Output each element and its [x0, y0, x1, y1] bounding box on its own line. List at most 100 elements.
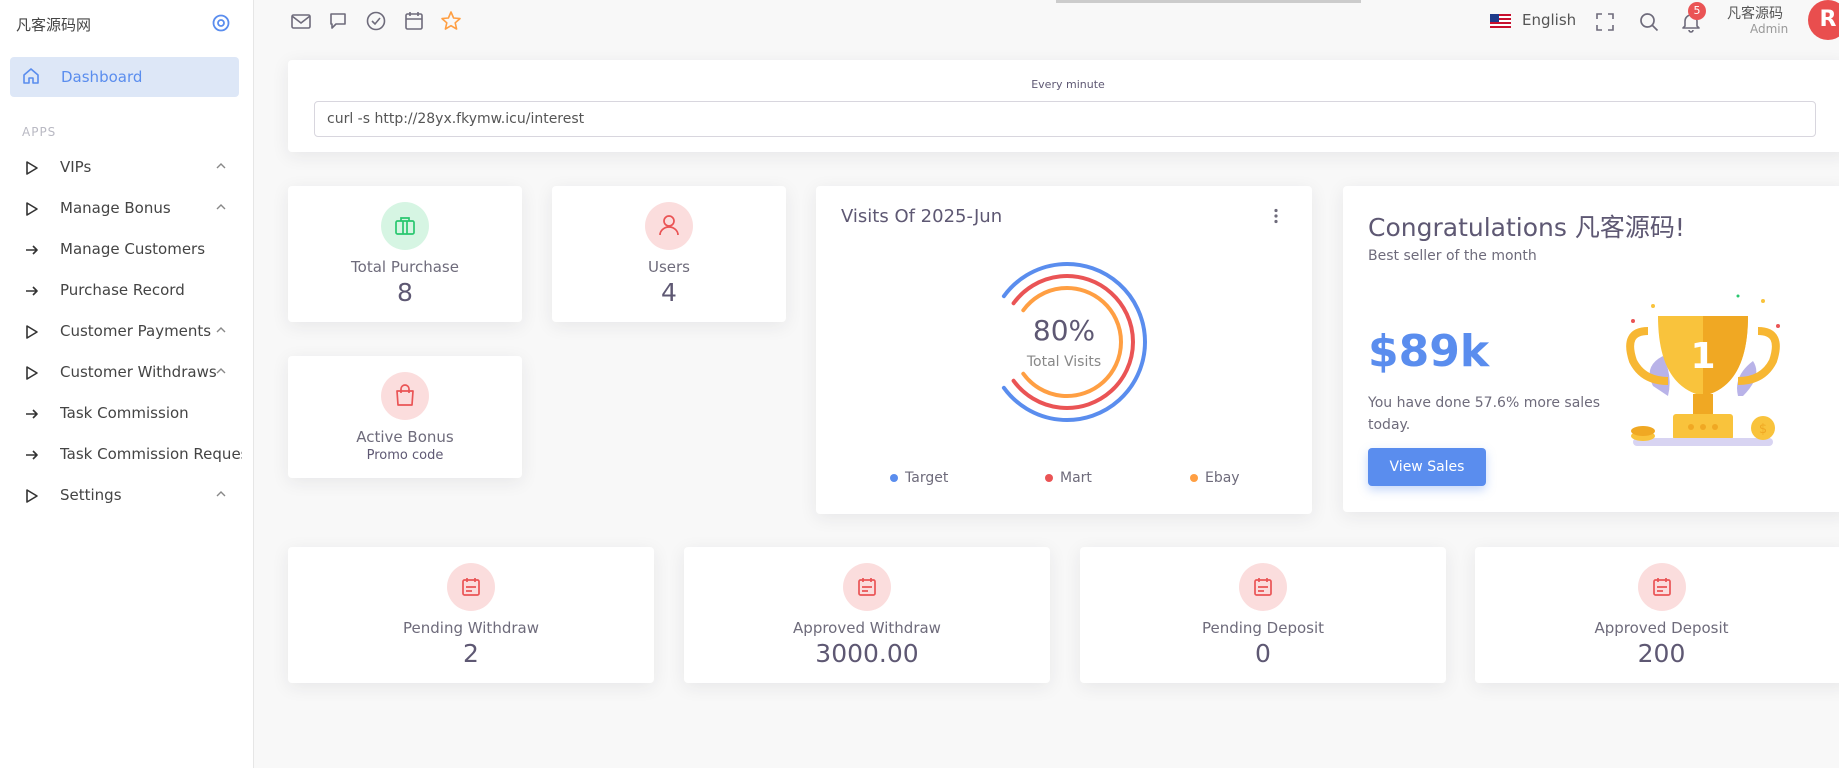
stat-value: 0: [1255, 639, 1271, 668]
stat-value: 3000.00: [815, 639, 919, 668]
congrats-card: Congratulations 凡客源码! Best seller of the…: [1343, 186, 1839, 512]
promo-code-link[interactable]: Promo code: [288, 448, 522, 463]
sidebar-item-label: Manage Customers: [60, 240, 206, 258]
calendar-note-icon: [1239, 563, 1287, 611]
search-icon[interactable]: [1638, 11, 1660, 33]
sidebar-item-label: Dashboard: [61, 68, 143, 86]
sidebar-item-purchase-record[interactable]: Purchase Record: [0, 276, 254, 306]
sidebar-item-dashboard[interactable]: Dashboard: [10, 57, 239, 97]
briefcase-icon: [381, 202, 429, 250]
view-sales-button[interactable]: View Sales: [1368, 448, 1486, 486]
stat-label: Total Purchase: [351, 258, 459, 276]
sidebar-item-task-commission[interactable]: Task Commission: [0, 399, 254, 429]
sales-amount: $89k: [1368, 326, 1490, 377]
stat-label: Users: [647, 258, 690, 276]
stat-label: Pending Withdraw: [403, 619, 539, 637]
shopping-bag-icon: [381, 372, 429, 420]
stat-card-approved-withdraw: Approved Withdraw 3000.00: [684, 547, 1050, 683]
sidebar-item-label: Purchase Record: [60, 281, 185, 299]
arrow-right-icon: [26, 245, 38, 255]
stat-card-users: Users 4: [552, 186, 786, 322]
user-role: Admin: [1750, 22, 1789, 36]
collapse-toggle-icon[interactable]: [211, 13, 231, 33]
cron-card: Every minute: [288, 60, 1839, 152]
check-circle-icon[interactable]: [365, 10, 387, 32]
svg-text:1: 1: [1690, 336, 1715, 377]
fullscreen-icon[interactable]: [1594, 11, 1616, 33]
donut-label: Total Visits: [1026, 354, 1102, 370]
visits-title: Visits Of 2025-Jun: [841, 206, 1003, 227]
notification-badge: 5: [1688, 2, 1706, 20]
sidebar-item-vips[interactable]: VIPs: [0, 153, 254, 183]
sidebar-item-label: Task Commission: [60, 404, 189, 422]
play-icon: [26, 489, 38, 503]
donut-percent: 80%: [1032, 314, 1096, 347]
calendar-note-icon: [843, 563, 891, 611]
stat-label: Approved Deposit: [1594, 619, 1729, 637]
sidebar: 凡客源码网 Dashboard APPS VIPs Manage Bonus Man…: [0, 0, 254, 768]
visits-card: Visits Of 2025-Jun 80% Total Visits Targ…: [816, 186, 1312, 514]
sales-description: You have done 57.6% more sales today.: [1368, 395, 1601, 433]
avatar[interactable]: R: [1808, 0, 1839, 40]
stat-label: Active Bonus: [356, 428, 454, 446]
sidebar-item-settings[interactable]: Settings: [0, 481, 254, 511]
legend-label: Mart: [1060, 470, 1092, 486]
calendar-note-icon: [447, 563, 495, 611]
legend-item-ebay[interactable]: Ebay: [1190, 470, 1240, 486]
sidebar-item-customer-withdraws[interactable]: Customer Withdraws: [0, 358, 254, 388]
user-name[interactable]: 凡客源码: [1727, 3, 1783, 23]
chevron-up-icon[interactable]: [215, 201, 227, 213]
play-icon: [26, 161, 38, 175]
stat-card-approved-deposit: Approved Deposit 200: [1475, 547, 1839, 683]
legend-dot: [1190, 474, 1198, 482]
user-icon: [645, 202, 693, 250]
legend-label: Ebay: [1205, 470, 1240, 486]
stat-value: 2: [463, 639, 479, 668]
sidebar-item-manage-customers[interactable]: Manage Customers: [0, 235, 254, 265]
legend-item-mart[interactable]: Mart: [1045, 470, 1092, 486]
arrow-right-icon: [26, 286, 38, 296]
mail-icon[interactable]: [290, 10, 312, 32]
home-icon: [23, 68, 39, 84]
stat-value: 4: [661, 278, 677, 307]
play-icon: [26, 202, 38, 216]
chevron-up-icon[interactable]: [215, 160, 227, 172]
section-title-apps: APPS: [22, 125, 57, 139]
legend-item-target[interactable]: Target: [890, 470, 948, 486]
trophy-illustration: 1 $: [1626, 294, 1780, 446]
language-selector[interactable]: English: [1522, 11, 1576, 29]
chevron-up-icon[interactable]: [215, 488, 227, 500]
brand-name[interactable]: 凡客源码网: [16, 14, 91, 35]
sidebar-item-customer-payments[interactable]: Customer Payments: [0, 317, 254, 347]
stat-card-total-purchase: Total Purchase 8: [288, 186, 522, 322]
stat-card-pending-withdraw: Pending Withdraw 2: [288, 547, 654, 683]
congrats-subtitle: Best seller of the month: [1368, 248, 1537, 264]
calendar-note-icon: [1637, 563, 1686, 611]
chevron-up-icon[interactable]: [215, 365, 227, 377]
play-icon: [26, 325, 38, 339]
cron-command-input[interactable]: [314, 101, 1816, 137]
stat-label: Pending Deposit: [1201, 619, 1325, 637]
stat-card-pending-deposit: Pending Deposit 0: [1080, 547, 1446, 683]
sidebar-item-manage-bonus[interactable]: Manage Bonus: [0, 194, 254, 224]
legend-label: Target: [905, 470, 949, 486]
arrow-right-icon: [26, 409, 38, 419]
play-icon: [26, 366, 38, 380]
more-vertical-icon[interactable]: [1273, 208, 1279, 224]
stat-value: 8: [397, 278, 413, 307]
congrats-title: Congratulations 凡客源码!: [1368, 213, 1685, 242]
calendar-icon[interactable]: [403, 10, 425, 32]
stat-value: 200: [1637, 639, 1686, 668]
star-icon[interactable]: [440, 10, 462, 32]
arrow-right-icon: [26, 450, 38, 460]
cron-label: Every minute: [1031, 78, 1105, 91]
top-scroll-indicator: [1056, 0, 1361, 3]
chat-icon[interactable]: [328, 10, 350, 32]
legend-dot: [1045, 474, 1053, 482]
sidebar-item-task-commission-request[interactable]: Task Commission Request: [0, 440, 254, 470]
stat-card-active-bonus: Active Bonus Promo code: [288, 356, 522, 478]
stat-label: Approved Withdraw: [793, 619, 941, 637]
legend-dot: [890, 474, 898, 482]
chevron-up-icon[interactable]: [215, 324, 227, 336]
us-flag-icon: [1490, 14, 1511, 28]
